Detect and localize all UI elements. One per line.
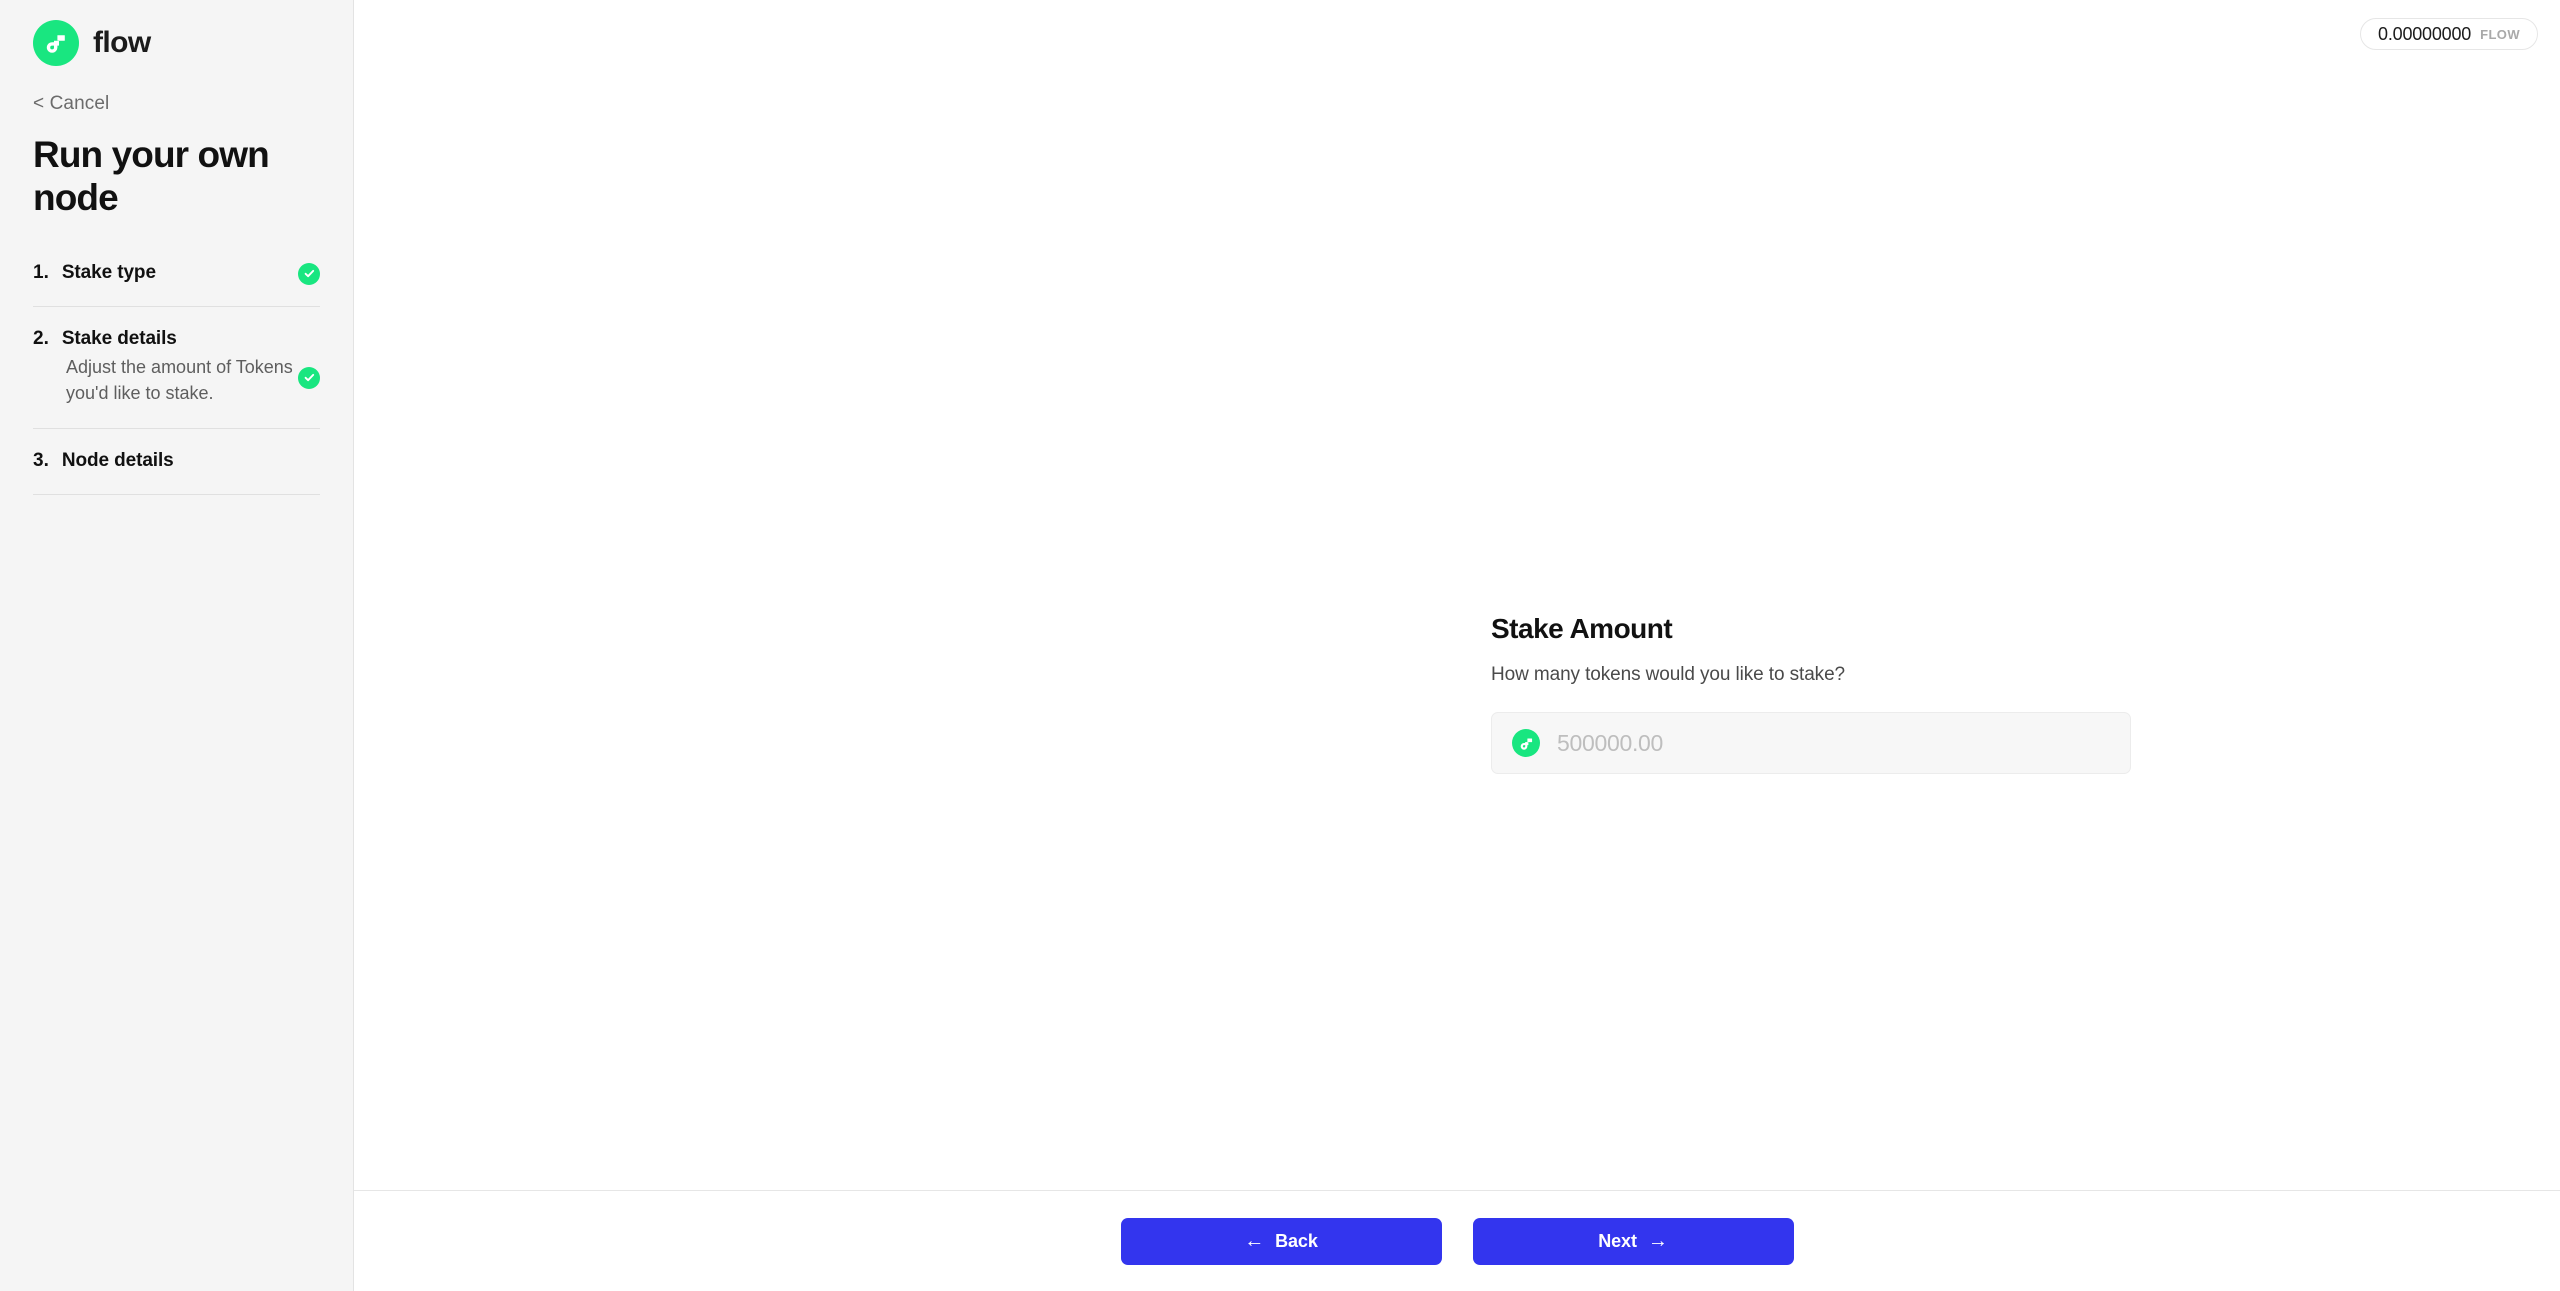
stake-amount-input[interactable]	[1557, 713, 2110, 773]
step-number: 3.	[33, 450, 49, 471]
step-header: 3. Node details	[33, 450, 320, 472]
stake-amount-field[interactable]	[1491, 712, 2131, 774]
balance-currency: FLOW	[2480, 26, 2520, 42]
topbar: 0.00000000 FLOW	[354, 0, 2560, 62]
page-title: Run your own node	[33, 134, 270, 218]
arrow-left-icon: ←	[1244, 1230, 1265, 1252]
step-complete-check-icon	[298, 262, 320, 285]
step-label: Stake type	[61, 261, 156, 283]
step-description: Adjust the amount of Tokens you'd like t…	[66, 356, 293, 403]
flow-token-icon	[1512, 729, 1540, 757]
balance-amount: 0.00000000	[2378, 23, 2472, 44]
back-button-label: Back	[1275, 1230, 1318, 1251]
flow-logo-icon	[33, 20, 79, 66]
step-header: 1. Stake type	[33, 262, 320, 284]
cancel-link[interactable]: < Cancel	[33, 93, 109, 115]
step-label: Node details	[61, 450, 174, 471]
brand-wordmark: flow	[93, 26, 151, 59]
stake-amount-form: Stake Amount How many tokens would you l…	[1491, 613, 2131, 774]
stake-wizard-page: flow < Cancel Run your own node 1. Stake…	[0, 0, 2560, 1291]
step-list: 1. Stake type 2. Stake details Adjust th…	[33, 262, 320, 495]
step-header: 2. Stake details	[33, 328, 320, 350]
stake-amount-heading: Stake Amount	[1491, 613, 1673, 644]
next-button-label: Next	[1598, 1230, 1637, 1251]
brand[interactable]: flow	[33, 0, 320, 66]
step-number: 1.	[33, 261, 49, 283]
sidebar: flow < Cancel Run your own node 1. Stake…	[0, 0, 354, 1291]
back-button[interactable]: ← Back	[1120, 1217, 1442, 1265]
stake-amount-subheading: How many tokens would you like to stake?	[1491, 664, 1846, 685]
step-number: 2.	[33, 327, 49, 349]
step-complete-check-icon	[298, 366, 320, 389]
step-label: Stake details	[61, 327, 177, 349]
arrow-right-icon: →	[1647, 1230, 1668, 1252]
sidebar-step-stake-type[interactable]: 1. Stake type	[33, 262, 320, 307]
main-area: 0.00000000 FLOW Stake Amount How many to…	[354, 0, 2560, 1291]
content-area: Stake Amount How many tokens would you l…	[354, 62, 2560, 1190]
wallet-balance-badge[interactable]: 0.00000000 FLOW	[2360, 18, 2538, 50]
wizard-footer: ← Back Next →	[354, 1190, 2560, 1291]
sidebar-step-node-details[interactable]: 3. Node details	[33, 450, 320, 495]
sidebar-step-stake-details[interactable]: 2. Stake details Adjust the amount of To…	[33, 328, 320, 429]
next-button[interactable]: Next →	[1472, 1217, 1794, 1265]
